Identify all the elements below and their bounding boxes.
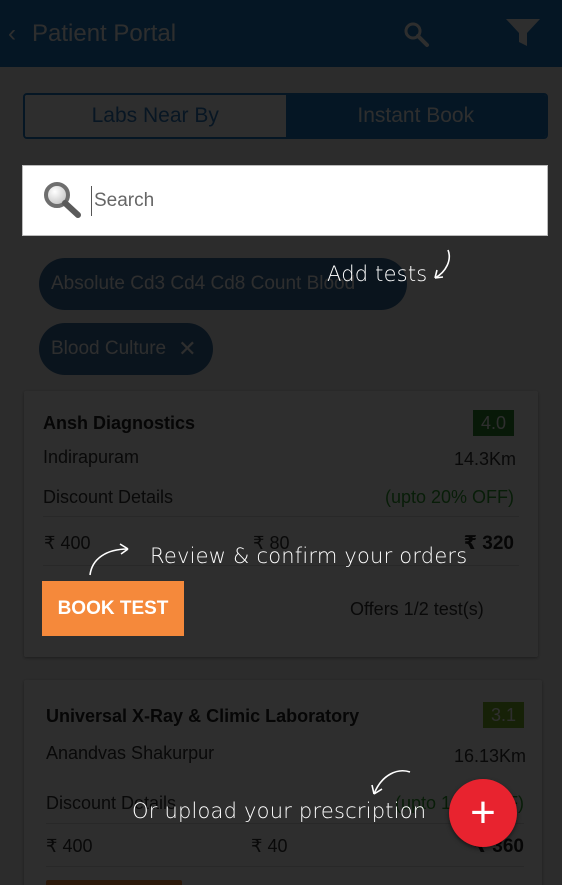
back-chevron-icon[interactable]: ‹: [8, 20, 16, 48]
lab-name: Universal X-Ray & Climic Laboratory: [46, 706, 360, 726]
lab-card[interactable]: Universal X-Ray & Climic Laboratory 3.1 …: [24, 680, 542, 885]
curved-arrow-icon: [434, 249, 451, 279]
curved-arrow-icon: [89, 543, 129, 576]
search-input[interactable]: [91, 186, 511, 216]
hint-review: Review & confirm your orders: [150, 544, 468, 568]
book-test-button[interactable]: BOOK TEST: [42, 581, 184, 636]
app-screen: ‹ Patient Portal Labs Near By Instant Bo…: [0, 0, 562, 885]
discount-amount: ₹ 40: [251, 836, 288, 856]
discount-value: (upto 20% OFF): [384, 487, 514, 507]
divider: [46, 866, 524, 867]
search-icon[interactable]: [402, 20, 430, 48]
discount-details-link[interactable]: Discount Details: [43, 487, 173, 508]
book-test-button[interactable]: [46, 880, 182, 885]
lab-distance: 14.3Km: [453, 449, 516, 469]
divider: [43, 516, 519, 517]
magnifier-icon: [44, 182, 81, 218]
chip-label: Absolute Cd3 Cd4 Cd8 Count Blood: [51, 273, 356, 294]
tab-labs-near-by[interactable]: Labs Near By: [25, 95, 286, 137]
final-price: ₹ 320: [463, 533, 514, 554]
lab-distance: 16.13Km: [453, 746, 526, 766]
lab-location: Anandvas Shakurpur: [46, 743, 215, 763]
offers-text: Offers 1/2 test(s): [350, 599, 484, 619]
filter-icon[interactable]: [505, 18, 541, 48]
original-price: ₹ 400: [44, 533, 91, 553]
upload-prescription-button[interactable]: +: [449, 779, 517, 847]
top-app-bar: ‹ Patient Portal: [0, 0, 562, 67]
test-chip[interactable]: Blood Culture ✕: [39, 323, 213, 375]
chip-label: Blood Culture: [51, 338, 167, 359]
hint-upload: Or upload your prescription: [132, 799, 427, 823]
tab-instant-book[interactable]: Instant Book: [285, 95, 546, 137]
original-price: ₹ 400: [46, 836, 93, 856]
lab-name: Ansh Diagnostics: [43, 413, 196, 433]
hint-add-tests: Add tests: [327, 262, 428, 286]
page-title: Patient Portal: [32, 20, 177, 47]
rating-badge: 4.0: [473, 410, 515, 436]
curved-arrow-icon: [371, 770, 411, 795]
lab-location: Indirapuram: [43, 447, 140, 467]
tab-bar: Labs Near By Instant Book: [23, 93, 548, 139]
rating-badge: 3.1: [483, 702, 525, 728]
close-icon[interactable]: ✕: [178, 336, 196, 362]
search-bar[interactable]: [22, 165, 548, 236]
